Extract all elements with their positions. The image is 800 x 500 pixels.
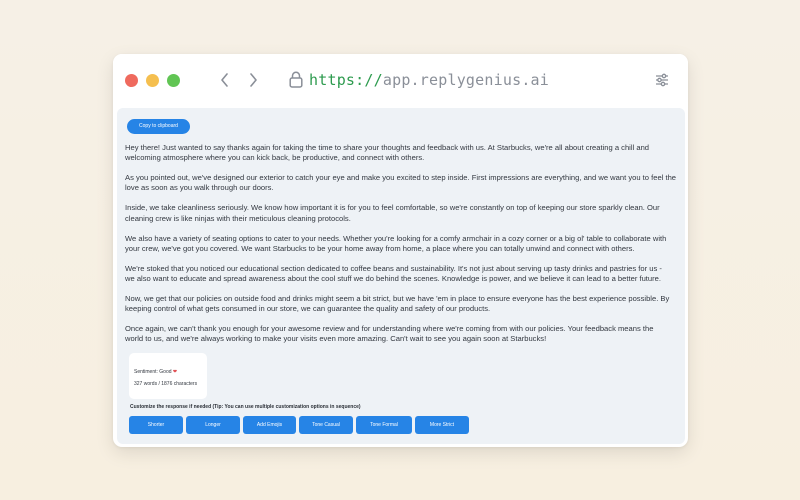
address-bar[interactable]: https://app.replygenius.ai — [309, 71, 549, 89]
url-host: app.replygenius.ai — [382, 71, 550, 89]
response-paragraph: We also have a variety of seating option… — [125, 233, 667, 253]
customize-hint: Customize the response if needed (Tip: Y… — [130, 404, 361, 411]
back-button[interactable] — [217, 71, 233, 89]
customize-actions: Shorter Longer Add Emojis Tone Casual To… — [129, 416, 675, 435]
copy-to-clipboard-button[interactable]: Copy to clipboard — [127, 119, 190, 134]
chevron-left-icon — [221, 73, 228, 87]
tone-casual-button[interactable]: Tone Casual — [299, 416, 353, 435]
browser-window: https://app.replygenius.ai Copy to clipb… — [113, 54, 688, 447]
word-count: 327 words / 1876 characters — [134, 381, 198, 388]
response-paragraph: We're stoked that you noticed our educat… — [125, 263, 662, 284]
response-paragraph: As you pointed out, we've designed our e… — [125, 173, 677, 193]
url-scheme: https:// — [309, 71, 383, 89]
browser-titlebar: https://app.replygenius.ai — [113, 54, 688, 106]
maximize-window-button[interactable] — [167, 74, 180, 87]
forward-button[interactable] — [245, 71, 261, 89]
response-stats-card: Sentiment: Good ❤ 327 words / 1876 chara… — [129, 353, 207, 400]
longer-button[interactable]: Longer — [186, 416, 240, 435]
sliders-icon[interactable] — [654, 72, 670, 88]
response-panel: Copy to clipboard Hey there! Just wanted… — [117, 108, 685, 444]
tone-formal-button[interactable]: Tone Formal — [356, 416, 412, 435]
lock-icon — [289, 71, 305, 89]
chevron-right-icon — [250, 73, 257, 87]
response-paragraph: Hey there! Just wanted to say thanks aga… — [125, 143, 650, 163]
sentiment-label: Sentiment: Good ❤ — [134, 369, 178, 376]
more-strict-button[interactable]: More Strict — [415, 416, 469, 435]
generated-response: Hey there! Just wanted to say thanks aga… — [125, 143, 677, 345]
response-paragraph: Now, we get that our policies on outside… — [125, 294, 670, 314]
shorter-button[interactable]: Shorter — [129, 416, 183, 435]
response-paragraph: Once again, we can't thank you enough fo… — [125, 324, 654, 344]
response-paragraph: Inside, we take cleanliness seriously. W… — [125, 203, 660, 223]
add-emojis-button[interactable]: Add Emojis — [243, 416, 296, 435]
minimize-window-button[interactable] — [146, 74, 159, 87]
heart-icon: ❤ — [172, 369, 178, 376]
close-window-button[interactable] — [125, 74, 138, 87]
